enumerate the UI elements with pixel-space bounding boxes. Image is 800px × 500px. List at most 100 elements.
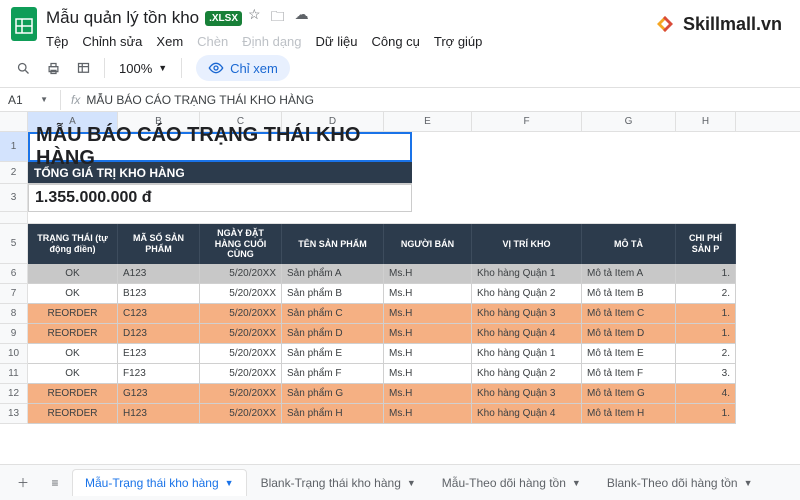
cell-sku[interactable]: D123: [118, 324, 200, 344]
row-header[interactable]: 8: [0, 304, 28, 324]
cell-desc[interactable]: Mô tả Item A: [582, 264, 676, 284]
cell-name[interactable]: Sản phẩm C: [282, 304, 384, 324]
table-row[interactable]: OKE1235/20/20XXSản phẩm EMs.HKho hàng Qu…: [28, 344, 736, 364]
menu-edit[interactable]: Chỉnh sửa: [82, 34, 142, 49]
cell-date[interactable]: 5/20/20XX: [200, 284, 282, 304]
cell-date[interactable]: 5/20/20XX: [200, 304, 282, 324]
cell-loc[interactable]: Kho hàng Quận 3: [472, 304, 582, 324]
chevron-down-icon[interactable]: ▼: [407, 478, 416, 488]
cell-status[interactable]: OK: [28, 344, 118, 364]
row-header[interactable]: 6: [0, 264, 28, 284]
table-row[interactable]: REORDERH1235/20/20XXSản phẩm HMs.HKho hà…: [28, 404, 736, 424]
spacer-row[interactable]: [28, 212, 736, 224]
sheet-tab-2[interactable]: Blank-Trạng thái kho hàng▼: [249, 470, 428, 496]
cell-name[interactable]: Sản phẩm D: [282, 324, 384, 344]
th-status[interactable]: TRẠNG THÁI (tự động điền): [28, 224, 118, 264]
formula-text[interactable]: MẪU BÁO CÁO TRẠNG THÁI KHO HÀNG: [86, 93, 314, 107]
name-box[interactable]: A1▼: [0, 93, 56, 107]
spreadsheet-grid[interactable]: A B C D E F G H 1 2 3 5 6 7 8 9 10 11 12…: [0, 112, 800, 474]
cell-desc[interactable]: Mô tả Item E: [582, 344, 676, 364]
cell-title[interactable]: MẪU BÁO CÁO TRẠNG THÁI KHO HÀNG: [28, 132, 412, 162]
search-icon[interactable]: [10, 55, 36, 81]
row-header[interactable]: [0, 212, 28, 224]
add-sheet-button[interactable]: ＋: [8, 469, 38, 497]
table-row[interactable]: OKF1235/20/20XXSản phẩm FMs.HKho hàng Qu…: [28, 364, 736, 384]
cell-desc[interactable]: Mô tả Item F: [582, 364, 676, 384]
menu-data[interactable]: Dữ liệu: [316, 34, 358, 49]
table-row[interactable]: REORDERG1235/20/20XXSản phẩm GMs.HKho hà…: [28, 384, 736, 404]
cell-sku[interactable]: A123: [118, 264, 200, 284]
cell-seller[interactable]: Ms.H: [384, 384, 472, 404]
cell-cost[interactable]: 1.: [676, 324, 736, 344]
cell-date[interactable]: 5/20/20XX: [200, 344, 282, 364]
cell-sku[interactable]: E123: [118, 344, 200, 364]
cell-name[interactable]: Sản phẩm B: [282, 284, 384, 304]
cell-sku[interactable]: F123: [118, 364, 200, 384]
view-only-badge[interactable]: Chỉ xem: [196, 55, 290, 81]
cell-seller[interactable]: Ms.H: [384, 264, 472, 284]
cell-cost[interactable]: 2.: [676, 284, 736, 304]
table-row[interactable]: OKA1235/20/20XXSản phẩm AMs.HKho hàng Qu…: [28, 264, 736, 284]
row-header[interactable]: 7: [0, 284, 28, 304]
star-icon[interactable]: ☆: [248, 6, 261, 30]
cell-loc[interactable]: Kho hàng Quận 2: [472, 364, 582, 384]
cell-cost[interactable]: 1.: [676, 404, 736, 424]
th-desc[interactable]: MÔ TẢ: [582, 224, 676, 264]
menu-format[interactable]: Định dạng: [242, 34, 301, 49]
print-icon[interactable]: [40, 55, 66, 81]
row-header[interactable]: 3: [0, 184, 28, 212]
cell-status[interactable]: OK: [28, 284, 118, 304]
cell-status[interactable]: REORDER: [28, 324, 118, 344]
cell-name[interactable]: Sản phẩm F: [282, 364, 384, 384]
sheet-tab-3[interactable]: Mẫu-Theo dõi hàng tồn▼: [430, 470, 593, 496]
select-all-corner[interactable]: [0, 112, 28, 131]
th-seller[interactable]: NGƯỜI BÁN: [384, 224, 472, 264]
sheet-tab-1[interactable]: Mẫu-Trạng thái kho hàng▼: [72, 469, 247, 496]
row-header[interactable]: 2: [0, 162, 28, 184]
chevron-down-icon[interactable]: ▼: [572, 478, 581, 488]
cell-loc[interactable]: Kho hàng Quận 4: [472, 404, 582, 424]
cell-desc[interactable]: Mô tả Item B: [582, 284, 676, 304]
row-header[interactable]: 1: [0, 132, 28, 162]
th-date[interactable]: NGÀY ĐẶT HÀNG CUỐI CÙNG: [200, 224, 282, 264]
cell-seller[interactable]: Ms.H: [384, 364, 472, 384]
cloud-icon[interactable]: ☁: [295, 6, 309, 30]
th-sku[interactable]: MÃ SỐ SẢN PHẨM: [118, 224, 200, 264]
cell-seller[interactable]: Ms.H: [384, 284, 472, 304]
menu-file[interactable]: Tệp: [46, 34, 68, 49]
cell-loc[interactable]: Kho hàng Quận 1: [472, 264, 582, 284]
cell-status[interactable]: OK: [28, 364, 118, 384]
cell-status[interactable]: OK: [28, 264, 118, 284]
cell-cost[interactable]: 1.: [676, 304, 736, 324]
table-row[interactable]: REORDERD1235/20/20XXSản phẩm DMs.HKho hà…: [28, 324, 736, 344]
table-row[interactable]: REORDERC1235/20/20XXSản phẩm CMs.HKho hà…: [28, 304, 736, 324]
all-sheets-button[interactable]: ≡: [40, 469, 70, 497]
cell-sku[interactable]: G123: [118, 384, 200, 404]
th-name[interactable]: TÊN SẢN PHẨM: [282, 224, 384, 264]
cell-seller[interactable]: Ms.H: [384, 404, 472, 424]
table-row[interactable]: OKB1235/20/20XXSản phẩm BMs.HKho hàng Qu…: [28, 284, 736, 304]
cell-desc[interactable]: Mô tả Item C: [582, 304, 676, 324]
menu-help[interactable]: Trợ giúp: [434, 34, 483, 49]
cell-sku[interactable]: H123: [118, 404, 200, 424]
menu-insert[interactable]: Chèn: [197, 34, 228, 49]
th-loc[interactable]: VỊ TRÍ KHO: [472, 224, 582, 264]
row-header[interactable]: 11: [0, 364, 28, 384]
cell-loc[interactable]: Kho hàng Quận 4: [472, 324, 582, 344]
cell-date[interactable]: 5/20/20XX: [200, 324, 282, 344]
cell-cost[interactable]: 4.: [676, 384, 736, 404]
cell-status[interactable]: REORDER: [28, 404, 118, 424]
cell-total[interactable]: 1.355.000.000 đ: [28, 184, 412, 212]
cell-status[interactable]: REORDER: [28, 304, 118, 324]
cell-date[interactable]: 5/20/20XX: [200, 404, 282, 424]
cell-date[interactable]: 5/20/20XX: [200, 384, 282, 404]
cell-desc[interactable]: Mô tả Item G: [582, 384, 676, 404]
row-header[interactable]: 10: [0, 344, 28, 364]
cell-name[interactable]: Sản phẩm E: [282, 344, 384, 364]
chevron-down-icon[interactable]: ▼: [744, 478, 753, 488]
cell-name[interactable]: Sản phẩm H: [282, 404, 384, 424]
cell-loc[interactable]: Kho hàng Quận 3: [472, 384, 582, 404]
cell-date[interactable]: 5/20/20XX: [200, 364, 282, 384]
row-header[interactable]: 12: [0, 384, 28, 404]
cell-cost[interactable]: 1.: [676, 264, 736, 284]
